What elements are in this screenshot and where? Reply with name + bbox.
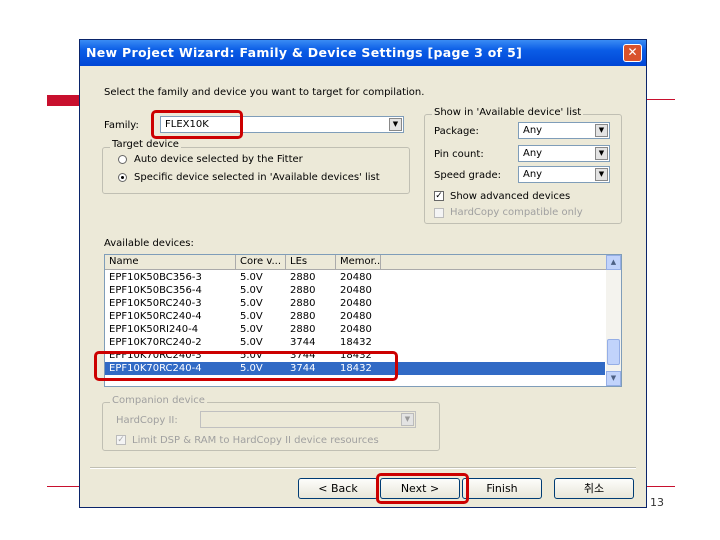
package-label: Package: — [434, 126, 479, 137]
window-title: New Project Wizard: Family & Device Sett… — [86, 45, 523, 60]
button-separator — [90, 467, 636, 469]
table-cell: 2880 — [290, 298, 316, 309]
hardcopy-compatible-label[interactable]: HardCopy compatible only — [450, 207, 583, 218]
hardcopy-dropdown[interactable]: ▼ — [200, 411, 416, 428]
limit-resources-label[interactable]: Limit DSP & RAM to HardCopy II device re… — [132, 435, 379, 446]
back-button[interactable]: < Back — [298, 478, 378, 499]
table-cell: 20480 — [340, 311, 372, 322]
speed-grade-dropdown[interactable]: Any ▼ — [518, 166, 610, 183]
column-header-name[interactable]: Name — [105, 255, 236, 270]
auto-device-radio[interactable] — [118, 155, 127, 164]
table-row[interactable]: EPF10K70RC240-2 5.0V 3744 18432 — [105, 336, 605, 349]
table-cell: 20480 — [340, 272, 372, 283]
pin-count-dropdown[interactable]: Any ▼ — [518, 145, 610, 162]
family-highlight-box — [151, 110, 243, 139]
slide-rule-top — [645, 99, 675, 100]
pin-count-value: Any — [523, 148, 543, 159]
column-header-memory[interactable]: Memor... — [336, 255, 383, 270]
table-cell: EPF10K50RC240-4 — [109, 311, 202, 322]
finish-button[interactable]: Finish — [462, 478, 542, 499]
speed-grade-value: Any — [523, 169, 543, 180]
chevron-down-icon: ▼ — [401, 413, 414, 426]
specific-device-radio[interactable] — [118, 173, 127, 182]
column-header-core-voltage[interactable]: Core v... — [236, 255, 286, 270]
table-cell: 3744 — [290, 337, 316, 348]
pin-count-label: Pin count: — [434, 149, 484, 160]
table-cell: 5.0V — [240, 272, 263, 283]
chevron-down-icon: ▼ — [595, 124, 608, 137]
filter-legend: Show in 'Available device' list — [432, 107, 584, 118]
column-header-filler — [381, 255, 606, 270]
table-cell: 2880 — [290, 324, 316, 335]
table-cell: EPF10K70RC240-2 — [109, 337, 202, 348]
table-cell: 20480 — [340, 285, 372, 296]
device-list-scrollbar[interactable]: ▲ ▼ — [606, 255, 621, 386]
table-cell: 20480 — [340, 298, 372, 309]
intro-text: Select the family and device you want to… — [104, 87, 425, 98]
close-icon: ✕ — [627, 45, 638, 59]
table-cell: 5.0V — [240, 337, 263, 348]
table-cell: 2880 — [290, 272, 316, 283]
table-row[interactable]: EPF10K50RI240-4 5.0V 2880 20480 — [105, 323, 605, 336]
table-cell: EPF10K50RI240-4 — [109, 324, 199, 335]
target-device-legend: Target device — [110, 139, 181, 150]
chevron-down-icon: ▼ — [595, 147, 608, 160]
show-advanced-checkbox[interactable]: ✓ — [434, 191, 444, 201]
close-button[interactable]: ✕ — [623, 44, 642, 62]
scroll-thumb[interactable] — [607, 339, 620, 365]
table-cell: 20480 — [340, 324, 372, 335]
table-cell: 2880 — [290, 311, 316, 322]
scroll-up-icon: ▲ — [610, 258, 617, 266]
table-cell: 18432 — [340, 337, 372, 348]
limit-resources-checkbox[interactable]: ✓ — [116, 435, 126, 445]
slide-page-number: 13 — [650, 496, 664, 509]
wizard-dialog: New Project Wizard: Family & Device Sett… — [79, 39, 647, 508]
check-icon: ✓ — [117, 435, 125, 445]
column-header-les[interactable]: LEs — [286, 255, 336, 270]
table-cell: 5.0V — [240, 311, 263, 322]
check-icon: ✓ — [435, 191, 443, 201]
show-advanced-label[interactable]: Show advanced devices — [450, 191, 570, 202]
table-cell: EPF10K50RC240-3 — [109, 298, 202, 309]
table-row[interactable]: EPF10K50RC240-4 5.0V 2880 20480 — [105, 310, 605, 323]
scroll-down-button[interactable]: ▼ — [606, 371, 621, 386]
chevron-down-icon: ▼ — [389, 118, 402, 131]
hardcopy-compatible-checkbox[interactable] — [434, 208, 444, 218]
table-row[interactable]: EPF10K50BC356-4 5.0V 2880 20480 — [105, 284, 605, 297]
table-row[interactable]: EPF10K50BC356-3 5.0V 2880 20480 — [105, 271, 605, 284]
slide-accent-bar — [47, 95, 83, 106]
family-label: Family: — [104, 120, 139, 131]
hardcopy-label: HardCopy II: — [116, 415, 178, 426]
slide-rule-bottom-left — [47, 486, 83, 487]
selected-device-highlight-box — [94, 351, 398, 381]
title-bar[interactable]: New Project Wizard: Family & Device Sett… — [80, 40, 646, 66]
companion-device-legend: Companion device — [110, 395, 207, 406]
table-row[interactable]: EPF10K50RC240-3 5.0V 2880 20480 — [105, 297, 605, 310]
table-cell: 5.0V — [240, 298, 263, 309]
table-cell: EPF10K50BC356-4 — [109, 285, 202, 296]
table-cell: 5.0V — [240, 324, 263, 335]
auto-device-label[interactable]: Auto device selected by the Fitter — [134, 154, 303, 165]
scroll-up-button[interactable]: ▲ — [606, 255, 621, 270]
table-cell: EPF10K50BC356-3 — [109, 272, 202, 283]
cancel-button[interactable]: 취소 — [554, 478, 634, 499]
package-dropdown[interactable]: Any ▼ — [518, 122, 610, 139]
table-cell: 5.0V — [240, 285, 263, 296]
slide-rule-bottom-right — [645, 486, 675, 487]
speed-grade-label: Speed grade: — [434, 170, 501, 181]
package-value: Any — [523, 125, 543, 136]
chevron-down-icon: ▼ — [595, 168, 608, 181]
available-devices-label: Available devices: — [104, 238, 194, 249]
scroll-down-icon: ▼ — [610, 374, 617, 382]
specific-device-label[interactable]: Specific device selected in 'Available d… — [134, 172, 380, 183]
next-button-highlight-box — [376, 473, 469, 504]
table-cell: 2880 — [290, 285, 316, 296]
